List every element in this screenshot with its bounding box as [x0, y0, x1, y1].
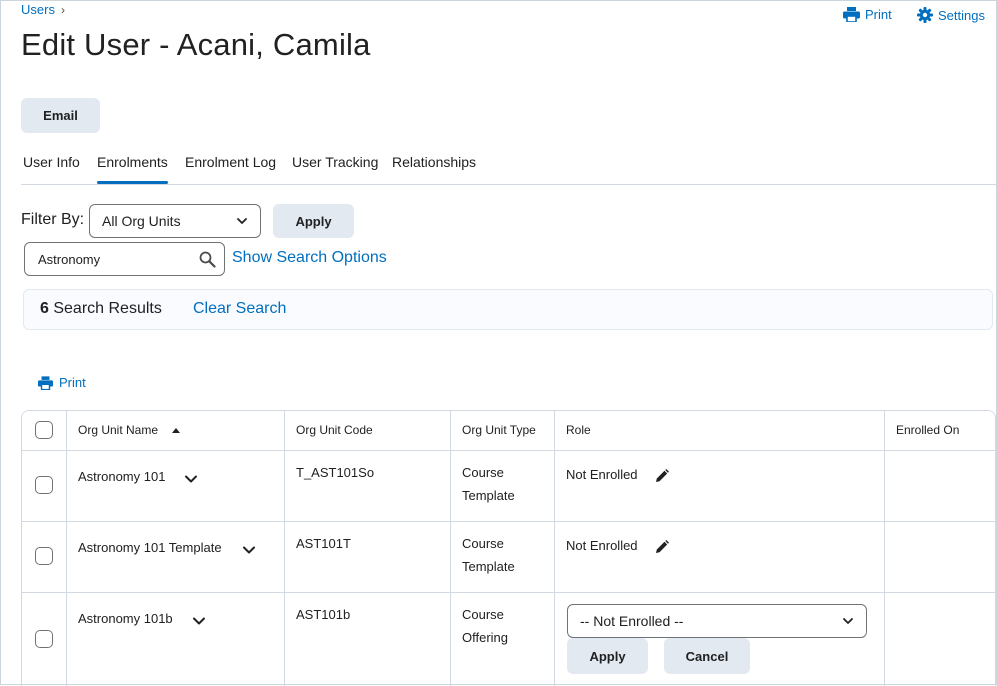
- search-results-count: 6: [40, 300, 49, 317]
- column-divider: [884, 411, 885, 686]
- tab-enrolment-log[interactable]: Enrolment Log: [185, 154, 276, 170]
- column-header-org-unit-name[interactable]: Org Unit Name: [78, 423, 181, 437]
- gear-icon: [917, 7, 933, 23]
- role-value: Not Enrolled: [566, 467, 638, 482]
- org-unit-type-line2: Offering: [462, 630, 509, 645]
- tab-bar: User Info Enrolments Enrolment Log User …: [21, 151, 996, 185]
- column-divider: [66, 411, 67, 686]
- row-divider: [22, 592, 995, 593]
- org-unit-type-line1: Course: [462, 465, 504, 480]
- column-divider: [284, 411, 285, 686]
- column-divider: [450, 411, 451, 686]
- magnifier-icon[interactable]: [199, 251, 216, 268]
- search-results-label: Search Results: [53, 300, 162, 317]
- row-divider: [22, 521, 995, 522]
- org-unit-type-line1: Course: [462, 607, 504, 622]
- row-checkbox[interactable]: [35, 630, 53, 648]
- column-header-org-unit-code[interactable]: Org Unit Code: [296, 423, 373, 437]
- print-table-button[interactable]: Print: [38, 375, 86, 390]
- chevron-down-icon: [843, 618, 853, 624]
- printer-icon: [843, 7, 860, 22]
- row-checkbox[interactable]: [35, 547, 53, 565]
- enrolments-table: Org Unit Name Org Unit Code Org Unit Typ…: [21, 410, 996, 686]
- page-title: Edit User - Acani, Camila: [21, 27, 371, 62]
- email-button[interactable]: Email: [21, 98, 100, 133]
- settings-button[interactable]: Settings: [917, 7, 985, 23]
- org-unit-name: Astronomy 101 Template: [78, 540, 222, 555]
- org-unit-code: AST101b: [296, 607, 351, 622]
- chevron-down-icon: [237, 218, 247, 224]
- role-select[interactable]: -- Not Enrolled --: [567, 604, 867, 638]
- org-unit-code: T_AST101So: [296, 465, 375, 480]
- tab-user-tracking[interactable]: User Tracking: [292, 154, 378, 170]
- org-unit-name: Astronomy 101b: [78, 611, 173, 626]
- org-unit-type-line2: Template: [462, 559, 515, 574]
- column-header-org-unit-type[interactable]: Org Unit Type: [462, 423, 536, 437]
- filter-selected-value: All Org Units: [102, 213, 181, 229]
- settings-label: Settings: [938, 7, 985, 23]
- search-results-bar: [23, 289, 993, 330]
- pencil-icon[interactable]: [654, 468, 670, 484]
- print-label: Print: [865, 7, 892, 22]
- column-header-org-unit-name-label: Org Unit Name: [78, 423, 159, 437]
- breadcrumb-separator: ›: [60, 3, 65, 17]
- printer-icon: [38, 375, 53, 390]
- role-value: Not Enrolled: [566, 538, 638, 553]
- row-checkbox[interactable]: [35, 476, 53, 494]
- org-unit-type-line1: Course: [462, 536, 504, 551]
- org-unit-type-line2: Template: [462, 488, 515, 503]
- row-divider: [22, 450, 995, 451]
- column-header-enrolled-on[interactable]: Enrolled On: [896, 423, 959, 437]
- breadcrumb-users-link[interactable]: Users: [21, 2, 55, 17]
- role-apply-button[interactable]: Apply: [567, 638, 648, 674]
- role-select-value: -- Not Enrolled --: [580, 613, 684, 629]
- chevron-down-icon[interactable]: [184, 472, 198, 486]
- chevron-down-icon[interactable]: [192, 614, 206, 628]
- sort-up-icon: [172, 428, 181, 433]
- select-all-checkbox[interactable]: [35, 421, 53, 439]
- print-page-button[interactable]: Print: [843, 7, 892, 22]
- chevron-down-icon[interactable]: [242, 543, 256, 557]
- clear-search-link[interactable]: Clear Search: [193, 300, 286, 318]
- filter-apply-button[interactable]: Apply: [273, 204, 354, 238]
- search-results-summary: 6 Search Results: [40, 300, 162, 318]
- tab-enrolments[interactable]: Enrolments: [97, 154, 168, 184]
- org-unit-filter-select[interactable]: All Org Units: [89, 204, 261, 238]
- org-unit-name: Astronomy 101: [78, 469, 166, 484]
- tab-relationships[interactable]: Relationships: [392, 154, 476, 170]
- pencil-icon[interactable]: [654, 539, 670, 555]
- breadcrumb: Users ›: [21, 2, 65, 17]
- search-input[interactable]: Astronomy: [24, 242, 225, 276]
- tab-user-info[interactable]: User Info: [23, 154, 80, 170]
- show-search-options-link[interactable]: Show Search Options: [232, 249, 387, 267]
- search-input-value: Astronomy: [38, 251, 101, 267]
- filter-label: Filter By:: [21, 211, 85, 228]
- column-header-role[interactable]: Role: [566, 423, 591, 437]
- print-table-label: Print: [59, 375, 86, 390]
- org-unit-code: AST101T: [296, 536, 351, 551]
- column-divider: [554, 411, 555, 686]
- role-cancel-button[interactable]: Cancel: [664, 638, 750, 674]
